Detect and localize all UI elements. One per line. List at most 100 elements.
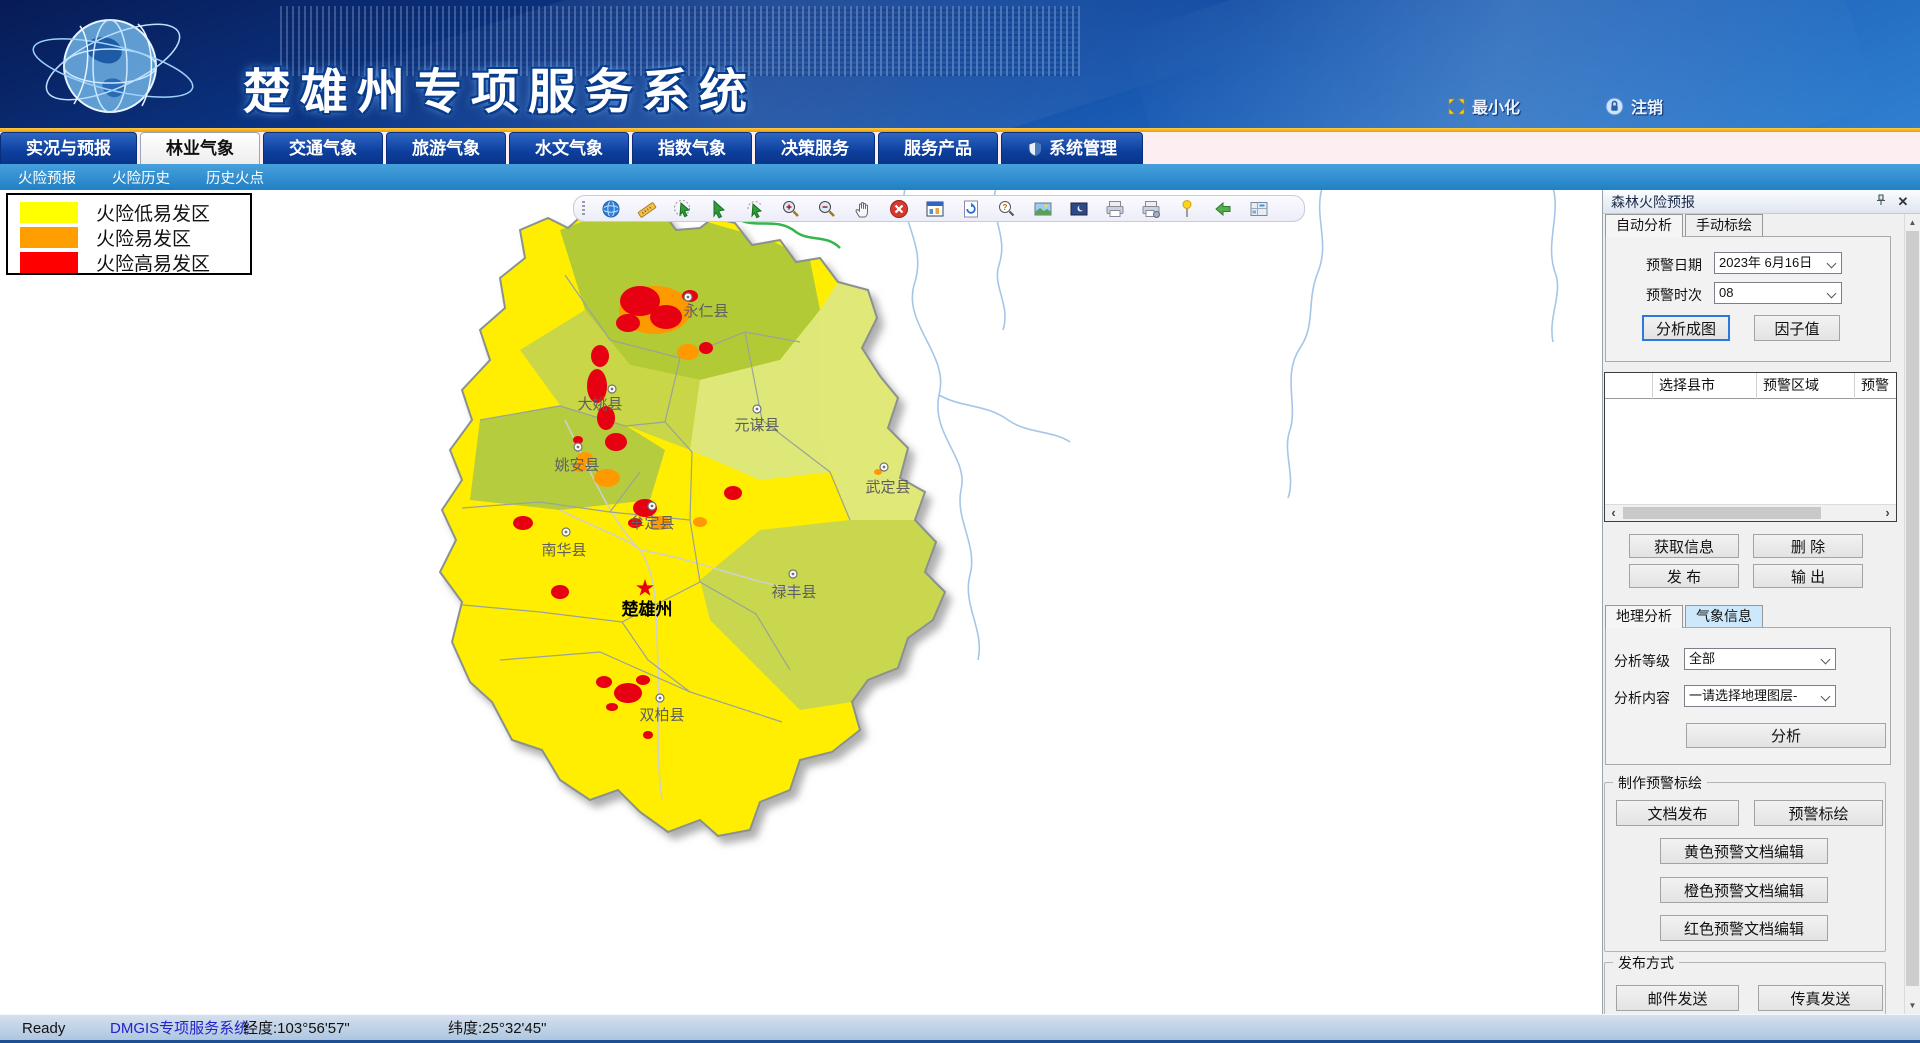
- subtab-historic-fire-points[interactable]: 历史火点: [206, 167, 264, 188]
- tab-weather-info[interactable]: 气象信息: [1685, 605, 1763, 627]
- forest-fire-panel: 森林火险预报 ✕ 自动分析 手动标绘 预警日期 2023年 6月16日 预警时次…: [1602, 190, 1920, 1014]
- identify-icon[interactable]: ?: [997, 199, 1017, 219]
- back-arrow-icon[interactable]: [1213, 199, 1233, 219]
- layout-plan-icon[interactable]: [1249, 199, 1269, 219]
- tab-label: 系统管理: [1049, 133, 1117, 165]
- auto-analysis-page: 预警日期 2023年 6月16日 预警时次 08 分析成图 因子值: [1605, 236, 1891, 362]
- pin-panel-icon[interactable]: [1873, 194, 1889, 210]
- image-night-icon[interactable]: [1069, 199, 1089, 219]
- tab-label: 林业气象: [166, 133, 234, 165]
- get-info-button[interactable]: 获取信息: [1629, 534, 1739, 558]
- column-header-region[interactable]: 预警区域: [1757, 373, 1855, 399]
- scroll-up-icon[interactable]: ▲: [1905, 214, 1920, 231]
- print-setup-icon[interactable]: [1141, 199, 1161, 219]
- tab-live-forecast[interactable]: 实况与预报: [0, 132, 137, 164]
- legend-label: 火险高易发区: [96, 249, 210, 276]
- tab-decision-service[interactable]: 决策服务: [755, 132, 875, 164]
- vscroll-thumb[interactable]: [1906, 231, 1919, 986]
- panel-header: 森林火险预报 ✕: [1603, 190, 1920, 214]
- tab-index-weather[interactable]: 指数气象: [632, 132, 752, 164]
- tab-forestry-weather[interactable]: 林业气象: [140, 132, 260, 164]
- list-header: 选择县市 预警区域 预警: [1605, 373, 1896, 399]
- status-bar: Ready DMGIS专项服务系统 经度:103°56'57" 纬度:25°32…: [0, 1014, 1920, 1043]
- image-icon[interactable]: [1033, 199, 1053, 219]
- globe-icon[interactable]: [601, 199, 621, 219]
- column-header-select[interactable]: [1605, 373, 1653, 399]
- warn-plot-button[interactable]: 预警标绘: [1754, 800, 1883, 826]
- tab-system-management[interactable]: 系统管理: [1001, 132, 1143, 164]
- export-button[interactable]: 输 出: [1753, 564, 1863, 588]
- scroll-right-icon[interactable]: ›: [1879, 505, 1896, 521]
- tab-tourism-weather[interactable]: 旅游气象: [386, 132, 506, 164]
- panel-title: 森林火险预报: [1611, 194, 1695, 210]
- county-label: 姚安县: [554, 457, 599, 474]
- select-circle-icon[interactable]: [673, 199, 693, 219]
- panel-vscrollbar[interactable]: ▲ ▼: [1904, 214, 1920, 1014]
- subtab-fire-risk-history[interactable]: 火险历史: [112, 167, 170, 188]
- minimize-button[interactable]: 最小化: [1448, 94, 1520, 118]
- pan-icon[interactable]: [853, 199, 873, 219]
- legend-swatch-low: [20, 202, 78, 223]
- warn-date-select[interactable]: 2023年 6月16日: [1714, 252, 1842, 274]
- fax-send-button[interactable]: 传真发送: [1758, 985, 1883, 1011]
- logout-label: 注销: [1631, 94, 1663, 118]
- list-hscrollbar[interactable]: ‹ ›: [1605, 504, 1896, 521]
- yellow-doc-button[interactable]: 黄色预警文档编辑: [1660, 838, 1828, 864]
- map-canvas[interactable]: 永仁县 大姚县 元谋县 武定县 姚安县 牟定县 南华县 禄丰县 双柏县 楚雄州: [0, 190, 1602, 1014]
- main-tabbar: 实况与预报 林业气象 交通气象 旅游气象 水文气象 指数气象 决策服务 服务产品…: [0, 132, 1920, 164]
- hscroll-thumb[interactable]: [1623, 507, 1821, 519]
- column-header-warnlevel[interactable]: 预警: [1855, 373, 1897, 399]
- publish-button[interactable]: 发 布: [1629, 564, 1739, 588]
- warn-time-select[interactable]: 08: [1714, 282, 1842, 304]
- app-title: 楚雄州专项服务系统: [243, 52, 756, 122]
- tab-manual-plot[interactable]: 手动标绘: [1685, 214, 1763, 236]
- analyze-map-button[interactable]: 分析成图: [1642, 315, 1730, 341]
- print-icon[interactable]: [1105, 199, 1125, 219]
- pin-marker-icon[interactable]: [1177, 199, 1197, 219]
- tab-label: 旅游气象: [412, 133, 480, 165]
- stop-icon[interactable]: [889, 199, 909, 219]
- zoom-in-icon[interactable]: [781, 199, 801, 219]
- legend-label: 火险易发区: [96, 224, 191, 251]
- factor-value-button[interactable]: 因子值: [1754, 315, 1840, 341]
- tab-traffic-weather[interactable]: 交通气象: [263, 132, 383, 164]
- select-free-icon[interactable]: [745, 199, 765, 219]
- county-label: 永仁县: [683, 303, 728, 320]
- logout-button[interactable]: 注销: [1605, 94, 1663, 118]
- red-doc-button[interactable]: 红色预警文档编辑: [1660, 915, 1828, 941]
- scroll-left-icon[interactable]: ‹: [1605, 505, 1622, 521]
- analysis-content-select[interactable]: 一请选择地理图层-: [1684, 685, 1836, 707]
- tab-service-products[interactable]: 服务产品: [878, 132, 998, 164]
- toolbar-grip[interactable]: [582, 201, 585, 217]
- river-lines: [904, 190, 1558, 660]
- subtab-fire-risk-forecast[interactable]: 火险预报: [18, 167, 76, 188]
- select-arrow-icon[interactable]: [709, 199, 729, 219]
- delete-button[interactable]: 删 除: [1753, 534, 1863, 558]
- analysis-tabstrip: 自动分析 手动标绘: [1605, 214, 1765, 237]
- close-panel-icon[interactable]: ✕: [1895, 194, 1911, 210]
- tab-hydrology-weather[interactable]: 水文气象: [509, 132, 629, 164]
- scroll-down-icon[interactable]: ▼: [1905, 997, 1920, 1014]
- doc-publish-button[interactable]: 文档发布: [1616, 800, 1739, 826]
- status-latitude: 纬度:25°32'45": [448, 1019, 546, 1039]
- plot-group-title: 制作预警标绘: [1613, 773, 1707, 793]
- warning-list[interactable]: 选择县市 预警区域 预警 ‹ ›: [1604, 372, 1897, 522]
- zoom-out-icon[interactable]: [817, 199, 837, 219]
- orange-doc-button[interactable]: 橙色预警文档编辑: [1660, 877, 1828, 903]
- analysis-level-label: 分析等级: [1614, 651, 1670, 671]
- column-header-county[interactable]: 选择县市: [1653, 373, 1757, 399]
- tab-auto-analysis[interactable]: 自动分析: [1605, 214, 1683, 237]
- overview-window-icon[interactable]: [925, 199, 945, 219]
- email-send-button[interactable]: 邮件发送: [1616, 985, 1739, 1011]
- warn-time-label: 预警时次: [1646, 285, 1702, 305]
- legend-label: 火险低易发区: [96, 199, 210, 226]
- analyze-button[interactable]: 分析: [1686, 723, 1886, 748]
- map-toolbar: ?: [573, 195, 1305, 222]
- refresh-icon[interactable]: [961, 199, 981, 219]
- tab-geo-analysis[interactable]: 地理分析: [1605, 605, 1683, 628]
- publish-group-title: 发布方式: [1613, 953, 1679, 973]
- analysis-level-select[interactable]: 全部: [1684, 648, 1836, 670]
- list-body[interactable]: [1605, 399, 1896, 489]
- measure-icon[interactable]: [637, 199, 657, 219]
- prefecture-fill: [430, 190, 960, 850]
